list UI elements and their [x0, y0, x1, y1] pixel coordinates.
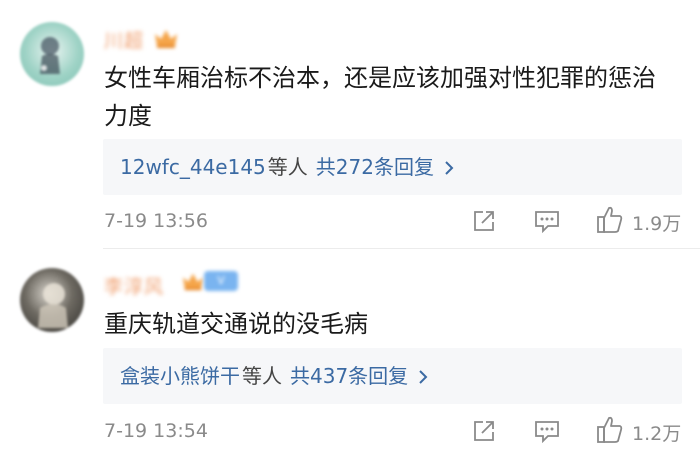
avatar[interactable] — [20, 22, 84, 86]
crown-icon — [152, 26, 180, 50]
chevron-right-icon — [444, 156, 454, 182]
comment-item: 李淳风 V 重庆轨道交通说的没毛病 盒装小熊饼干 等人 共437条回复 7-19 1… — [0, 250, 700, 467]
like-button[interactable]: 1.9万 — [596, 205, 681, 239]
reply-users[interactable]: 盒装小熊饼干 — [120, 364, 240, 388]
like-count: 1.9万 — [632, 212, 682, 235]
comment-text: 重庆轨道交通说的没毛病 — [104, 310, 368, 338]
comment-icon — [534, 209, 560, 237]
share-button[interactable] — [472, 209, 496, 237]
chevron-right-icon — [418, 365, 428, 391]
reply-count[interactable]: 共437条回复 — [290, 364, 408, 388]
comment-icon — [534, 419, 560, 447]
reply-summary[interactable]: 12wfc_44e145 等人 共272条回复 — [103, 139, 682, 195]
thumbs-up-icon — [596, 205, 624, 239]
reply-users-suffix: 等人 — [267, 155, 308, 179]
comment-divider — [103, 248, 700, 249]
vip-badge: V — [204, 271, 238, 291]
share-button[interactable] — [472, 419, 496, 447]
reply-summary[interactable]: 盒装小熊饼干 等人 共437条回复 — [103, 348, 682, 404]
like-button[interactable]: 1.2万 — [596, 415, 681, 449]
timestamp: 7-19 13:56 — [104, 210, 208, 232]
comment-text: 女性车厢治标不治本，还是应该加强对性犯罪的惩治力度 — [104, 64, 656, 130]
thumbs-up-icon — [596, 415, 624, 449]
comment-feed: 川超 女性车厢治标不治本，还是应该加强对性犯罪的惩治力度 12wfc_44e14… — [0, 0, 700, 467]
reply-users[interactable]: 12wfc_44e145 — [120, 155, 266, 179]
share-icon — [472, 209, 496, 237]
crown-icon — [180, 270, 206, 292]
share-icon — [472, 419, 496, 447]
timestamp: 7-19 13:54 — [104, 420, 208, 442]
comment-item: 川超 女性车厢治标不治本，还是应该加强对性犯罪的惩治力度 12wfc_44e14… — [0, 0, 700, 250]
avatar-image — [40, 37, 60, 74]
reply-users-suffix: 等人 — [242, 364, 282, 388]
like-count: 1.2万 — [632, 422, 682, 445]
username[interactable]: 川超 — [104, 26, 144, 53]
reply-count[interactable]: 共272条回复 — [316, 155, 434, 179]
username[interactable]: 李淳风 — [104, 272, 164, 299]
comment-button[interactable] — [534, 419, 560, 447]
comment-button[interactable] — [534, 209, 560, 237]
avatar[interactable] — [20, 268, 84, 332]
avatar-image — [38, 283, 68, 328]
